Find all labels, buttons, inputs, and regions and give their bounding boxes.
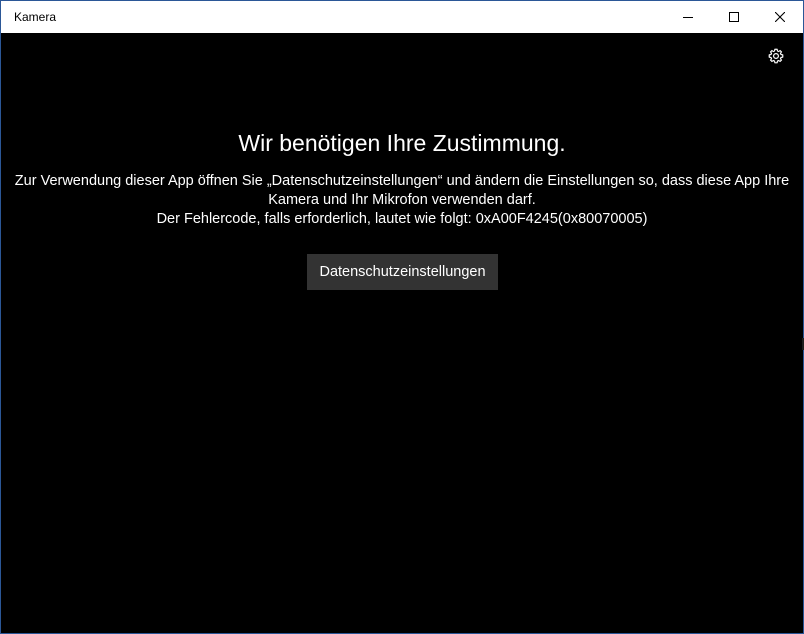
consent-heading: Wir benötigen Ihre Zustimmung.	[238, 130, 566, 156]
window-title: Kamera	[14, 10, 57, 24]
title-bar[interactable]: Kamera	[1, 1, 803, 33]
message-line-1: Zur Verwendung dieser App öffnen Sie „Da…	[14, 173, 790, 189]
minimize-icon	[683, 12, 693, 22]
camera-window: Kamera Wir benötigen Ihre Zustimmung. Zu…	[0, 0, 804, 634]
camera-content: Wir benötigen Ihre Zustimmung. Zur Verwe…	[1, 33, 803, 633]
privacy-settings-button[interactable]: Datenschutzeinstellungen	[307, 254, 498, 290]
close-button[interactable]	[757, 1, 803, 33]
minimize-button[interactable]	[665, 1, 711, 33]
maximize-icon	[729, 12, 739, 22]
consent-message: Zur Verwendung dieser App öffnen Sie „Da…	[1, 172, 803, 229]
gear-icon	[768, 48, 784, 69]
settings-button[interactable]	[765, 47, 787, 69]
error-code-line: Der Fehlercode, falls erforderlich, laut…	[156, 211, 648, 227]
maximize-button[interactable]	[711, 1, 757, 33]
close-icon	[775, 12, 785, 22]
message-line-2: Kamera und Ihr Mikrofon verwenden darf.	[268, 192, 536, 208]
